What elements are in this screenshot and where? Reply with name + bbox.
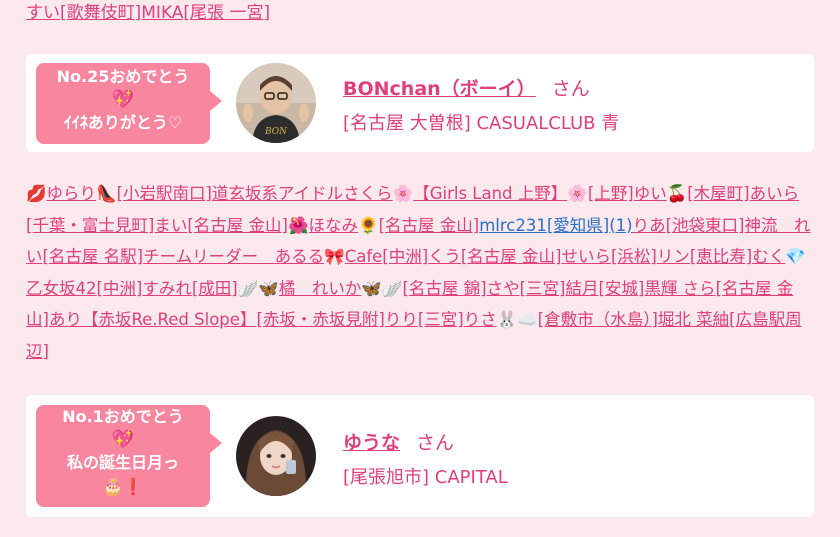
cast-link[interactable]: リン	[657, 247, 690, 266]
cast-link[interactable]: りり	[385, 310, 418, 329]
cast-link[interactable]: ゆい	[634, 184, 667, 203]
svg-text:BON: BON	[264, 127, 288, 137]
rank-badge: No.25おめでとう 💖 ｲｲﾈありがとう♡	[36, 63, 222, 144]
emoji-decoration: 💋	[26, 184, 47, 203]
cast-link[interactable]: [名古屋 錦]	[402, 279, 486, 298]
cast-name-row: ゆうな さん	[343, 428, 454, 455]
shop-info: [尾張旭市] CAPITAL	[343, 467, 508, 488]
cake-icon: 🎂❗️	[103, 477, 143, 496]
cast-link[interactable]: [赤坂・赤坂見附]	[256, 310, 384, 329]
cast-link[interactable]: 黒輝 さら	[644, 279, 715, 298]
cast-link[interactable]: まい	[154, 216, 187, 235]
heart-icon: 💖	[111, 429, 135, 450]
cast-link[interactable]: [木屋町]	[687, 184, 749, 203]
cast-link[interactable]: 道玄坂系アイドルさくら	[212, 184, 393, 203]
cast-name-row: BONchan（ボーイ） さん	[343, 74, 590, 101]
cast-link[interactable]: りさ	[464, 310, 497, 329]
cast-link[interactable]: (1)	[609, 216, 632, 235]
emoji-decoration: 🌸	[567, 184, 588, 203]
emoji-decoration: 🌸	[392, 184, 414, 203]
cast-link[interactable]: 堀北 菜紬	[658, 310, 729, 329]
cast-link[interactable]: mlrc231	[479, 216, 547, 235]
avatar[interactable]: BON	[236, 63, 316, 143]
cast-link[interactable]: [倉敷市（水島）]	[538, 310, 658, 329]
emoji-decoration: 🪽🦋	[237, 278, 279, 298]
cast-link[interactable]: [愛知県]	[547, 216, 609, 235]
cast-name-link[interactable]: BONchan（ボーイ）	[343, 78, 536, 100]
rank-badge: No.1おめでとう 💖 私の誕生日月っ 🎂❗️	[36, 405, 222, 507]
cast-link[interactable]: [池袋東口]	[666, 216, 745, 235]
cast-link[interactable]: 結月	[565, 279, 598, 298]
cast-link[interactable]: さや	[487, 279, 520, 298]
cast-link[interactable]: すみれ	[142, 279, 192, 298]
shop-info: [名古屋 大曽根] CASUALCLUB 青	[343, 113, 620, 134]
cast-link[interactable]: [成田]	[192, 279, 238, 298]
honorific: さん	[551, 78, 590, 100]
cast-link[interactable]: 【赤坂Re.Red Slope】	[82, 310, 257, 329]
cast-link[interactable]: [名古屋 金山]	[461, 247, 562, 266]
top-link-line[interactable]: すい[歌舞伎町]MIKA[尾張 一宮]	[26, 0, 270, 26]
cast-link[interactable]: [中洲]	[97, 279, 143, 298]
emoji-decoration: 🌺	[288, 215, 309, 235]
avatar-photo-girl	[236, 416, 316, 496]
cast-link[interactable]: [名古屋 金山]	[187, 216, 288, 235]
cast-link[interactable]: [小岩駅南口]	[117, 184, 212, 203]
cast-link-list: 💋ゆらり👠[小岩駅南口]道玄坂系アイドルさくら🌸【Girls Land 上野】🌸…	[26, 178, 816, 367]
cast-link[interactable]: 橘 れいか	[279, 279, 362, 298]
cast-link[interactable]: りあ	[633, 216, 666, 235]
emoji-decoration: 🦋🪽	[361, 278, 403, 298]
emoji-decoration: 🌻	[358, 215, 379, 235]
emoji-decoration: 🐰☁️	[496, 310, 538, 329]
cast-link[interactable]: [浜松]	[611, 247, 657, 266]
cast-link[interactable]: [上野]	[588, 184, 634, 203]
cast-link[interactable]: [三宮]	[418, 310, 464, 329]
cast-link[interactable]: [名古屋 金山]	[379, 216, 480, 235]
emoji-decoration: 🎀	[324, 247, 345, 266]
emoji-decoration: 🍒	[666, 184, 688, 203]
avatar[interactable]	[236, 416, 316, 496]
cast-link[interactable]: [恵比寿]	[690, 247, 752, 266]
cast-link[interactable]: [三宮]	[520, 279, 566, 298]
cast-link[interactable]: むく	[752, 247, 785, 266]
badge-rank-text: No.25おめでとう	[56, 67, 190, 86]
cast-link[interactable]: [中洲]	[382, 247, 428, 266]
badge-message: ｲｲﾈありがとう♡	[63, 113, 183, 132]
cast-name-link[interactable]: ゆうな	[343, 432, 400, 454]
cast-link[interactable]: Cafe	[345, 247, 383, 266]
cast-link[interactable]: 【Girls Land 上野】	[413, 184, 567, 203]
cast-link[interactable]: くう	[428, 247, 461, 266]
emoji-decoration: 👠	[96, 184, 117, 203]
ranking-card-1: No.1おめでとう 💖 私の誕生日月っ 🎂❗️ ゆうな さん [尾張旭市] CAP…	[26, 395, 814, 517]
badge-message: 私の誕生日月っ	[66, 453, 179, 472]
cast-link[interactable]: [安城]	[598, 279, 644, 298]
badge-rank-text: No.1おめでとう	[62, 407, 184, 426]
cast-link[interactable]: せいら	[561, 247, 611, 266]
cast-link[interactable]: ほなみ	[309, 216, 359, 235]
cast-link[interactable]: 乙女坂42	[26, 279, 97, 298]
heart-icon: 💖	[111, 89, 135, 110]
cast-link[interactable]: チームリーダー あるる	[143, 247, 324, 266]
cast-link[interactable]: あいら	[750, 184, 800, 203]
cast-link[interactable]: あり	[49, 310, 82, 329]
cast-link[interactable]: [名古屋 名駅]	[43, 247, 144, 266]
top-link[interactable]: すい[歌舞伎町]MIKA[尾張 一宮]	[26, 3, 270, 23]
cast-link[interactable]: ゆらり	[47, 184, 97, 203]
avatar-photo-boy: BON	[236, 63, 316, 143]
emoji-decoration: 💎	[785, 247, 806, 266]
ranking-card-25: No.25おめでとう 💖 ｲｲﾈありがとう♡ BON BONchan（ボーイ） さ…	[26, 54, 814, 152]
cast-link[interactable]: [千葉・富士見町]	[26, 216, 154, 235]
honorific: さん	[416, 432, 455, 454]
